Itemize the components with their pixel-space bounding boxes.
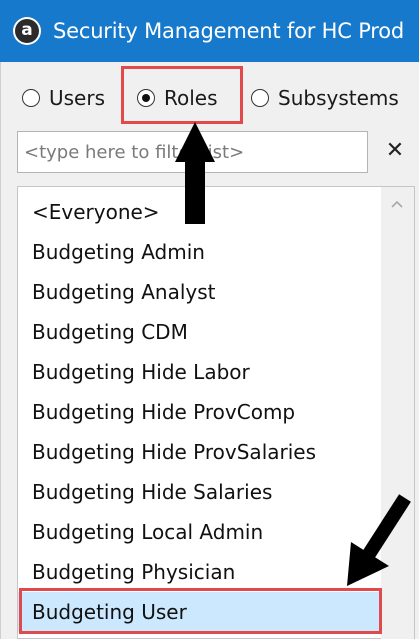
radio-users-label: Users [49, 86, 106, 110]
list-scrollbar[interactable] [381, 187, 414, 639]
roles-highlight-box [121, 66, 243, 124]
roles-listbox[interactable]: <Everyone> Budgeting Admin Budgeting Ana… [17, 186, 415, 639]
radio-subsystems-label: Subsystems [278, 86, 399, 110]
selected-item-highlight-box [19, 588, 382, 634]
list-item-budgeting-local-admin[interactable]: Budgeting Local Admin [18, 512, 382, 552]
window-title: Security Management for HC Prod [53, 19, 405, 43]
list-item-budgeting-cdm[interactable]: Budgeting CDM [18, 312, 382, 352]
list-item-budgeting-hide-labor[interactable]: Budgeting Hide Labor [18, 352, 382, 392]
list-item-budgeting-hide-provsalaries[interactable]: Budgeting Hide ProvSalaries [18, 432, 382, 472]
app-logo-letter: a [15, 19, 39, 43]
filter-input[interactable] [17, 131, 368, 173]
radio-subsystems-circle-icon[interactable] [251, 89, 269, 107]
list-item-budgeting-analyst[interactable]: Budgeting Analyst [18, 272, 382, 312]
list-item-budgeting-hide-salaries[interactable]: Budgeting Hide Salaries [18, 472, 382, 512]
app-logo-icon: a [13, 17, 41, 45]
scroll-up-chevron-icon[interactable] [390, 197, 404, 211]
clear-filter-button[interactable]: ✕ [384, 138, 406, 164]
list-item-everyone[interactable]: <Everyone> [18, 192, 382, 232]
radio-users-circle-icon[interactable] [22, 89, 40, 107]
window-titlebar: a Security Management for HC Prod [0, 0, 419, 62]
list-item-budgeting-admin[interactable]: Budgeting Admin [18, 232, 382, 272]
list-item-budgeting-physician[interactable]: Budgeting Physician [18, 552, 382, 592]
list-item-budgeting-hide-provcomp[interactable]: Budgeting Hide ProvComp [18, 392, 382, 432]
